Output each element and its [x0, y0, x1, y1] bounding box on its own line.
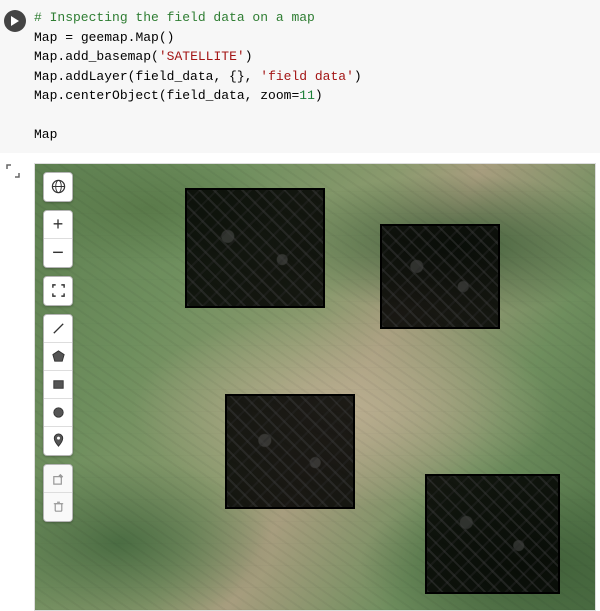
map-controls: + −: [43, 172, 73, 522]
field-data-overlay: [185, 188, 325, 308]
globe-reset-button[interactable]: [44, 173, 72, 201]
rectangle-icon: [51, 377, 66, 392]
field-data-overlay: [380, 224, 500, 329]
draw-rectangle-button[interactable]: [44, 371, 72, 399]
zoom-in-button[interactable]: +: [44, 211, 72, 239]
map[interactable]: + −: [34, 163, 596, 611]
trash-icon: [51, 499, 66, 514]
field-data-overlay: [225, 394, 355, 509]
globe-icon: [51, 179, 66, 194]
edit-icon: [51, 471, 66, 486]
code-cell: # Inspecting the field data on a map Map…: [0, 0, 600, 153]
output-expand-icon[interactable]: [5, 163, 21, 179]
delete-shapes-button[interactable]: [44, 493, 72, 521]
field-data-overlay: [425, 474, 560, 594]
edit-shapes-button[interactable]: [44, 465, 72, 493]
draw-circle-button[interactable]: [44, 399, 72, 427]
draw-line-button[interactable]: [44, 315, 72, 343]
notebook: # Inspecting the field data on a map Map…: [0, 0, 600, 611]
circle-icon: [51, 405, 66, 420]
draw-polygon-button[interactable]: [44, 343, 72, 371]
code-comment: # Inspecting the field data on a map: [34, 10, 315, 25]
marker-icon: [51, 433, 66, 448]
run-button[interactable]: [4, 10, 26, 32]
draw-marker-button[interactable]: [44, 427, 72, 455]
zoom-out-button[interactable]: −: [44, 239, 72, 267]
cell-output: + −: [0, 153, 600, 611]
code-editor[interactable]: # Inspecting the field data on a map Map…: [34, 8, 596, 145]
play-icon: [10, 16, 20, 26]
line-icon: [51, 321, 66, 336]
polygon-icon: [51, 349, 66, 364]
fullscreen-icon: [51, 283, 66, 298]
fullscreen-button[interactable]: [44, 277, 72, 305]
